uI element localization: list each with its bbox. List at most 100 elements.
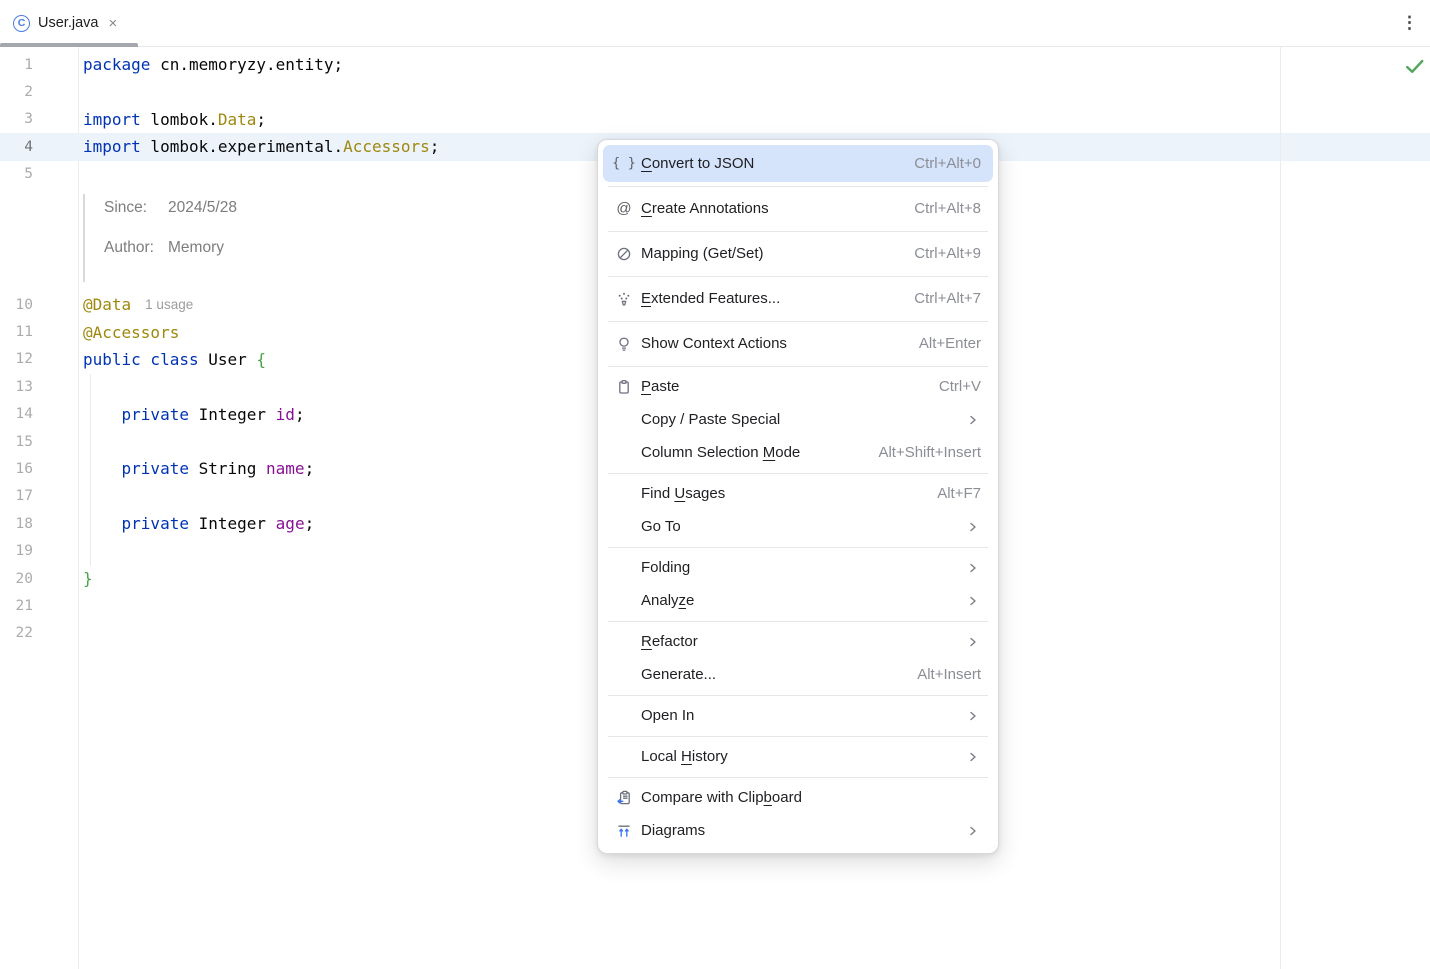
- menu-item-label: Create Annotations: [641, 200, 896, 217]
- code-line-1[interactable]: 1package cn.memoryzy.entity;: [0, 51, 1430, 78]
- line-number: 12: [0, 351, 78, 367]
- menu-item-label: Convert to JSON: [641, 155, 896, 172]
- menu-item-folding[interactable]: Folding: [603, 551, 993, 584]
- menu-item-show-context-actions[interactable]: Show Context ActionsAlt+Enter: [603, 325, 993, 362]
- menu-item-refactor[interactable]: Refactor: [603, 625, 993, 658]
- editor-tab-bar: C User.java × ⋮: [0, 0, 1430, 47]
- menu-separator: [608, 366, 988, 367]
- no-icon: [613, 485, 635, 503]
- diagrams-icon: [613, 822, 635, 840]
- menu-item-analyze[interactable]: Analyze: [603, 584, 993, 617]
- submenu-arrow-icon: [965, 519, 981, 535]
- menu-item-label: Show Context Actions: [641, 335, 901, 352]
- usages-inlay-hint[interactable]: 1 usage: [145, 297, 193, 312]
- line-number: 4: [0, 139, 78, 155]
- menu-item-label: Open In: [641, 707, 947, 724]
- menu-separator: [608, 276, 988, 277]
- menu-shortcut: Alt+F7: [937, 485, 981, 502]
- line-number: 17: [0, 488, 78, 504]
- menu-item-label: Compare with Clipboard: [641, 789, 981, 806]
- code-text: private String name;: [78, 459, 314, 478]
- no-icon: [613, 633, 635, 651]
- menu-shortcut: Alt+Insert: [917, 666, 981, 683]
- menu-item-label: Paste: [641, 378, 921, 395]
- menu-separator: [608, 547, 988, 548]
- code-text: private Integer age;: [78, 514, 314, 533]
- line-number: 22: [0, 625, 78, 641]
- menu-item-label: Mapping (Get/Set): [641, 245, 896, 262]
- menu-item-label: Diagrams: [641, 822, 947, 839]
- sprinkle-icon: [613, 290, 635, 308]
- no-icon: [613, 518, 635, 536]
- menu-item-label: Local History: [641, 748, 947, 765]
- menu-item-label: Extended Features...: [641, 290, 896, 307]
- code-text: @Data1 usage: [78, 295, 193, 314]
- menu-separator: [608, 695, 988, 696]
- editor-context-menu: { }Convert to JSONCtrl+Alt+0@Create Anno…: [597, 139, 999, 854]
- menu-shortcut: Ctrl+Alt+7: [914, 290, 981, 307]
- menu-separator: [608, 231, 988, 232]
- right-margin-guide: [1280, 47, 1281, 969]
- menu-item-convert-to-json[interactable]: { }Convert to JSONCtrl+Alt+0: [603, 145, 993, 182]
- menu-item-label: Column Selection Mode: [641, 444, 860, 461]
- submenu-arrow-icon: [965, 708, 981, 724]
- line-number: 2: [0, 84, 78, 100]
- menu-item-column-selection-mode[interactable]: Column Selection ModeAlt+Shift+Insert: [603, 436, 993, 469]
- menu-item-go-to[interactable]: Go To: [603, 510, 993, 543]
- menu-item-find-usages[interactable]: Find Usages Alt+F7: [603, 477, 993, 510]
- line-number: 19: [0, 543, 78, 559]
- close-icon[interactable]: ×: [108, 16, 117, 31]
- menu-item-label: Folding: [641, 559, 947, 576]
- menu-item-paste[interactable]: Paste Ctrl+V: [603, 370, 993, 403]
- menu-item-local-history[interactable]: Local History: [603, 740, 993, 773]
- javadoc-indicator-bar: [83, 194, 85, 282]
- tab-label: User.java: [38, 15, 98, 31]
- line-number: 10: [0, 297, 78, 313]
- line-number: 5: [0, 166, 78, 182]
- no-icon: [613, 707, 635, 725]
- menu-item-extended-features[interactable]: Extended Features... Ctrl+Alt+7: [603, 280, 993, 317]
- leaf-icon: [613, 245, 635, 263]
- line-number: 1: [0, 57, 78, 73]
- submenu-arrow-icon: [965, 749, 981, 765]
- menu-item-generate[interactable]: Generate...Alt+Insert: [603, 658, 993, 691]
- javadoc-value: Memory: [168, 239, 224, 257]
- tab-user-java[interactable]: C User.java ×: [0, 0, 138, 46]
- code-text: private Integer id;: [78, 405, 305, 424]
- code-line-3[interactable]: 3import lombok.Data;: [0, 106, 1430, 133]
- submenu-arrow-icon: [965, 823, 981, 839]
- code-text: @Accessors: [78, 323, 179, 342]
- inspections-ok-icon[interactable]: [1405, 57, 1425, 75]
- javadoc-label: Author:: [104, 239, 168, 257]
- menu-item-label: Analyze: [641, 592, 947, 609]
- menu-item-label: Copy / Paste Special: [641, 411, 947, 428]
- menu-shortcut: Ctrl+V: [939, 378, 981, 395]
- menu-item-label: Go To: [641, 518, 947, 535]
- submenu-arrow-icon: [965, 634, 981, 650]
- line-number: 21: [0, 598, 78, 614]
- menu-shortcut: Ctrl+Alt+8: [914, 200, 981, 217]
- compare-clipboard-icon: [613, 789, 635, 807]
- no-icon: [613, 444, 635, 462]
- menu-item-diagrams[interactable]: Diagrams: [603, 814, 993, 847]
- menu-shortcut: Ctrl+Alt+9: [914, 245, 981, 262]
- menu-item-mapping-get-set[interactable]: Mapping (Get/Set) Ctrl+Alt+9: [603, 235, 993, 272]
- menu-item-compare-with-clipboard[interactable]: Compare with Clipboard: [603, 781, 993, 814]
- clipboard-icon: [613, 378, 635, 396]
- menu-item-label: Refactor: [641, 633, 947, 650]
- menu-item-open-in[interactable]: Open In: [603, 699, 993, 732]
- no-icon: [613, 666, 635, 684]
- braces-icon: { }: [613, 155, 635, 173]
- menu-item-create-annotations[interactable]: @Create AnnotationsCtrl+Alt+8: [603, 190, 993, 227]
- no-icon: [613, 748, 635, 766]
- more-options-icon[interactable]: ⋮: [1401, 0, 1418, 46]
- menu-item-label: Find Usages: [641, 485, 919, 502]
- menu-item-copy-paste-special[interactable]: Copy / Paste Special: [603, 403, 993, 436]
- menu-separator: [608, 621, 988, 622]
- no-icon: [613, 559, 635, 577]
- submenu-arrow-icon: [965, 412, 981, 428]
- line-number: 16: [0, 461, 78, 477]
- javadoc-label: Since:: [104, 199, 168, 217]
- line-number: 18: [0, 516, 78, 532]
- code-line-2[interactable]: 2: [0, 78, 1430, 105]
